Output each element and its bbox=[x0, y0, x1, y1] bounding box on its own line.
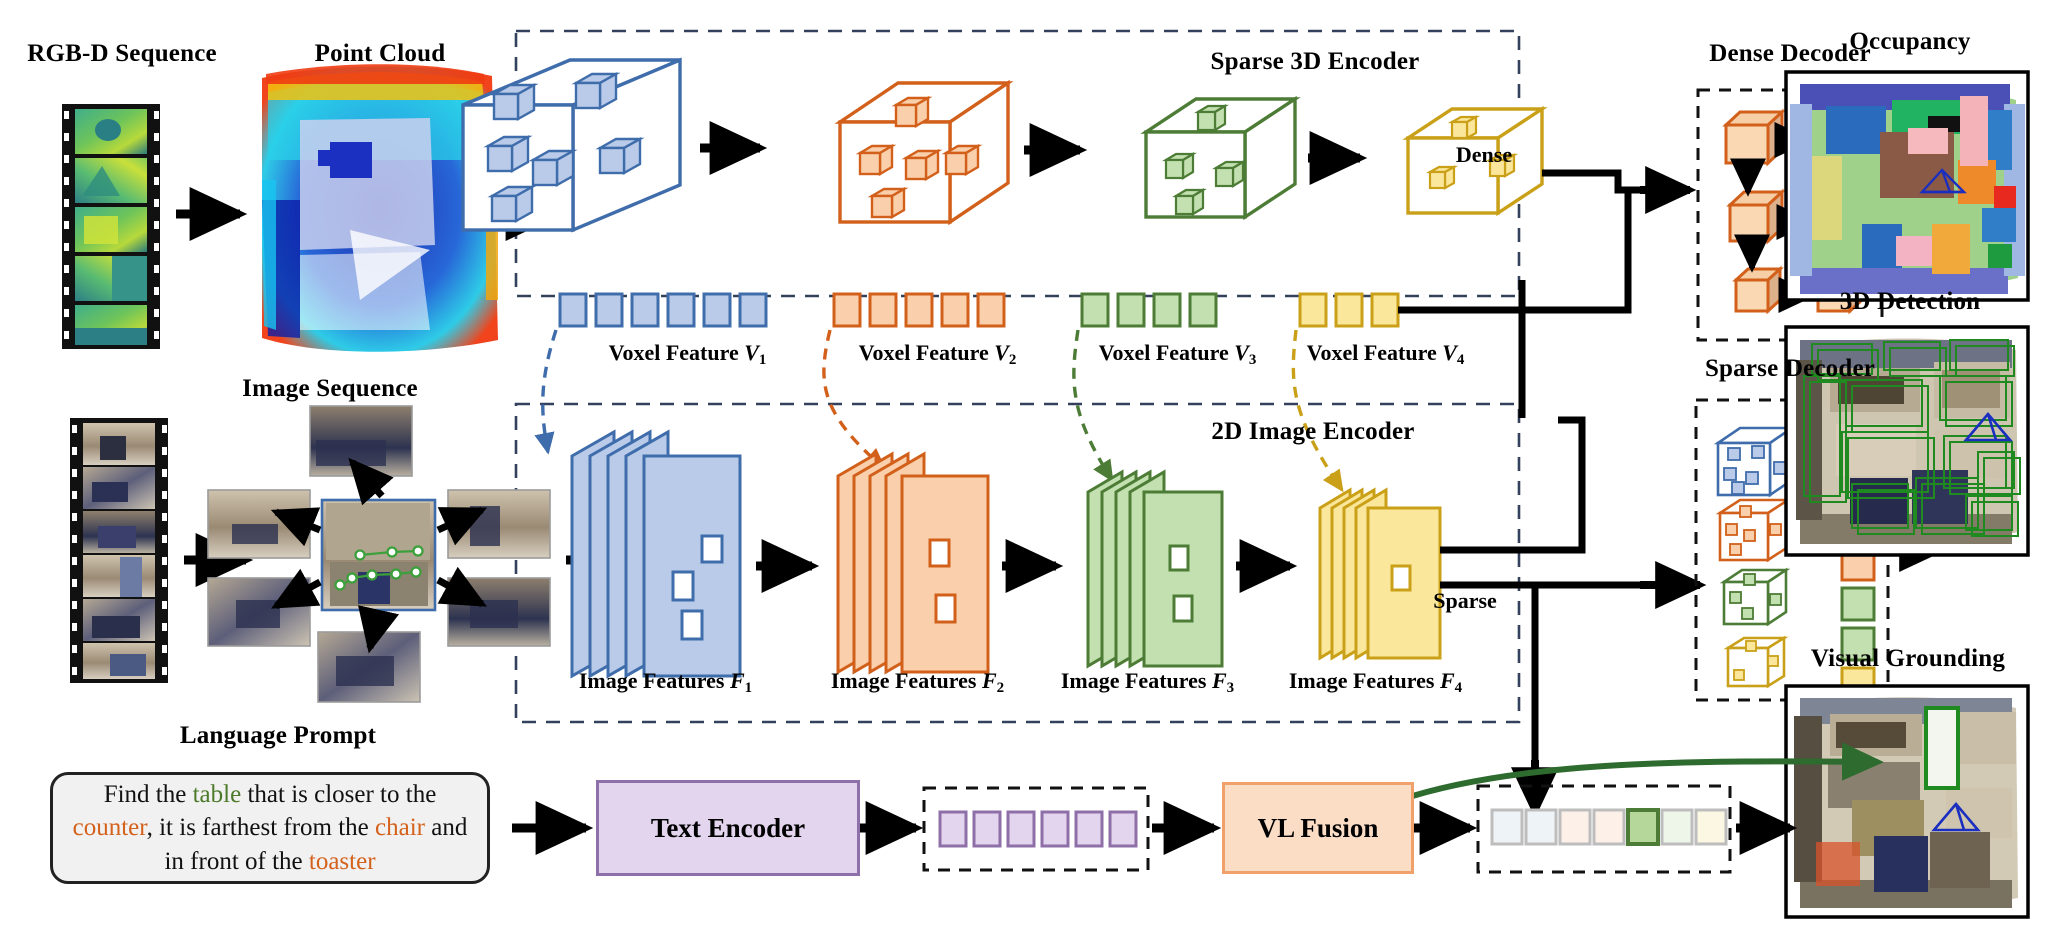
voxel-feature-label-2: Voxel Feature V2 bbox=[810, 340, 1065, 369]
dense-route-label: Dense bbox=[1455, 142, 1513, 167]
language-prompt-text: Find the table that is closer to the cou… bbox=[67, 778, 473, 878]
image-feature-index-1: 1 bbox=[744, 680, 753, 697]
grounding-scene bbox=[1789, 689, 2025, 914]
voxel-token-row-4 bbox=[1298, 292, 1400, 328]
prompt-seg-4: , it is farthest from the bbox=[146, 814, 376, 842]
voxel-feature-symbol-4: V bbox=[1442, 340, 1457, 365]
image-feature-symbol-3: F bbox=[1211, 668, 1227, 693]
vl-fusion-label: VL Fusion bbox=[1257, 812, 1379, 843]
point-cloud-title: Point Cloud bbox=[314, 40, 446, 67]
text-encoder-label: Text Encoder bbox=[650, 812, 806, 843]
image-feature-label-2: Image Features F2 bbox=[790, 668, 1045, 697]
prompt-seg-0: Find the bbox=[103, 781, 193, 809]
sparse-decoder-cubes bbox=[1713, 425, 1797, 689]
voxel-feature-text-2: Voxel Feature bbox=[858, 340, 995, 365]
multiview-star bbox=[207, 405, 551, 703]
image-feature-symbol-1: F bbox=[729, 668, 745, 693]
rgbd-filmstrip bbox=[62, 104, 160, 349]
image-feature-symbol-4: F bbox=[1439, 668, 1455, 693]
image-feature-text-4: Image Features bbox=[1288, 668, 1440, 693]
image-feature-stack-4 bbox=[1318, 487, 1442, 661]
image-feature-index-2: 2 bbox=[996, 680, 1005, 697]
image-feature-symbol-2: F bbox=[981, 668, 997, 693]
occupancy-map bbox=[1789, 75, 2025, 297]
image-feature-text-3: Image Features bbox=[1060, 668, 1212, 693]
skip-arrow-v1-to-f1 bbox=[534, 329, 558, 455]
voxel-feature-index-4: 4 bbox=[1456, 352, 1465, 369]
rgbd-sequence-title: RGB-D Sequence bbox=[27, 40, 217, 67]
voxel-cube-stage-2 bbox=[834, 79, 1014, 226]
voxel-feature-text-3: Voxel Feature bbox=[1098, 340, 1235, 365]
sparse-3d-encoder-title: Sparse 3D Encoder bbox=[1210, 48, 1420, 75]
voxel-feature-symbol-3: V bbox=[1234, 340, 1249, 365]
image-feature-index-3: 3 bbox=[1226, 680, 1235, 697]
voxel-feature-text-1: Voxel Feature bbox=[608, 340, 745, 365]
voxel-token-row-3 bbox=[1080, 292, 1218, 328]
voxel-feature-index-1: 1 bbox=[758, 352, 767, 369]
voxel-feature-label-1: Voxel Feature V1 bbox=[560, 340, 815, 369]
voxel-token-row-1 bbox=[558, 292, 768, 328]
image-feature-label-4: Image Features F4 bbox=[1248, 668, 1503, 697]
prompt-seg-1: table bbox=[192, 781, 242, 809]
detection-title: 3D Detection bbox=[1839, 288, 1981, 315]
image-feature-label-3: Image Features F3 bbox=[1020, 668, 1275, 697]
image-2d-encoder-title: 2D Image Encoder bbox=[1211, 418, 1415, 445]
prompt-seg-5: chair bbox=[375, 814, 425, 842]
figure-canvas: RGB-D Sequence Point Cloud Image Sequenc… bbox=[0, 0, 2054, 945]
voxel-feature-text-4: Voxel Feature bbox=[1306, 340, 1443, 365]
prompt-seg-2: that is closer to the bbox=[241, 781, 437, 809]
language-prompt-box[interactable]: Find the table that is closer to the cou… bbox=[50, 772, 490, 884]
sparse-route-label: Sparse bbox=[1433, 588, 1497, 613]
image-feature-stack-3 bbox=[1086, 469, 1224, 669]
voxel-feature-index-3: 3 bbox=[1248, 352, 1257, 369]
text-encoder-block[interactable]: Text Encoder bbox=[596, 780, 860, 876]
image-sequence-title: Image Sequence bbox=[242, 375, 418, 402]
image-feature-text-2: Image Features bbox=[830, 668, 982, 693]
voxel-feature-symbol-2: V bbox=[994, 340, 1009, 365]
image-feature-index-4: 4 bbox=[1454, 680, 1463, 697]
voxel-feature-symbol-1: V bbox=[744, 340, 759, 365]
grounding-title: Visual Grounding bbox=[1810, 645, 2006, 672]
sparse-decoder-title: Sparse Decoder bbox=[1704, 355, 1876, 382]
voxel-feature-index-2: 2 bbox=[1008, 352, 1017, 369]
language-prompt-title: Language Prompt bbox=[179, 722, 377, 749]
voxel-cube-stage-3 bbox=[1140, 95, 1301, 221]
voxel-feature-label-4: Voxel Feature V4 bbox=[1258, 340, 1513, 369]
grounded-target-box bbox=[1924, 706, 1960, 790]
vl-fusion-block[interactable]: VL Fusion bbox=[1222, 782, 1414, 874]
image-feature-label-1: Image Features F1 bbox=[538, 668, 793, 697]
voxel-token-row-2 bbox=[832, 292, 1006, 328]
text-token-row bbox=[938, 810, 1138, 848]
image-feature-stack-1 bbox=[570, 429, 742, 679]
image-filmstrip bbox=[70, 418, 168, 683]
prompt-seg-3: counter bbox=[72, 814, 147, 842]
prompt-seg-7: toaster bbox=[308, 847, 376, 875]
image-feature-text-1: Image Features bbox=[578, 668, 730, 693]
occupancy-title: Occupancy bbox=[1849, 28, 1971, 55]
image-feature-stack-2 bbox=[836, 451, 990, 675]
fused-token-row bbox=[1490, 808, 1728, 846]
